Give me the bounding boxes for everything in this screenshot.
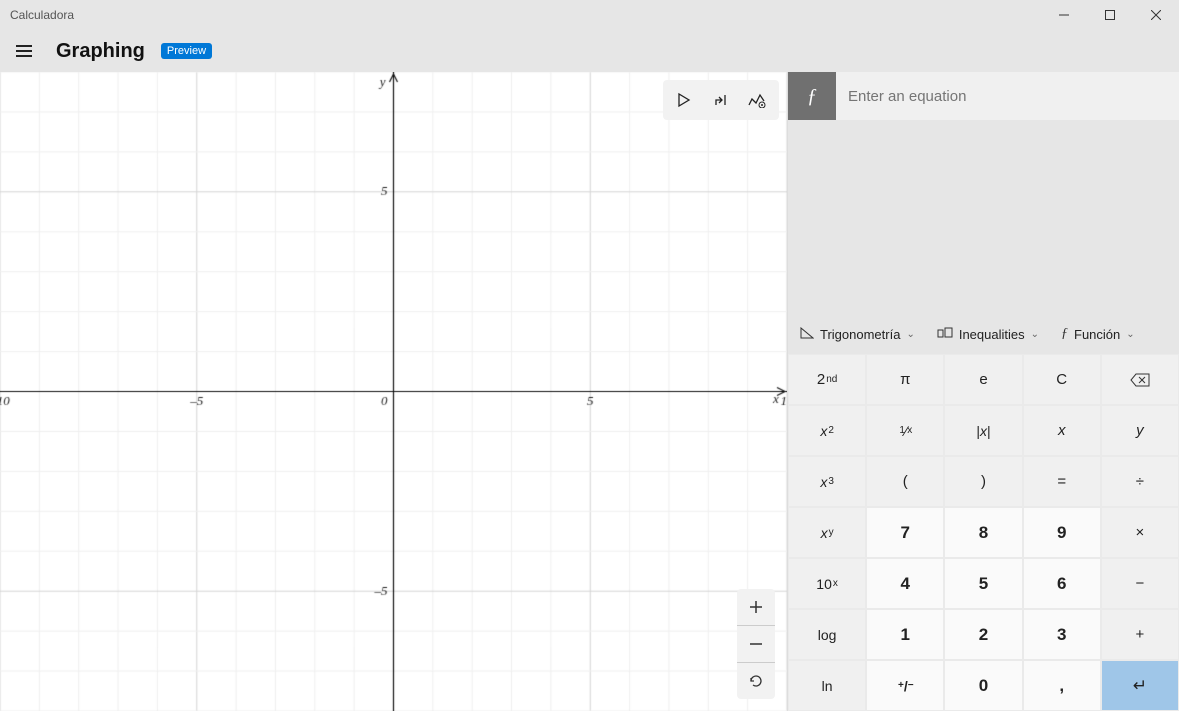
category-bar: Trigonometría ⌄ Inequalities ⌄ ƒ Función… <box>788 314 1179 354</box>
function-icon: ƒ <box>1061 326 1068 342</box>
key-x[interactable]: x <box>1023 405 1101 456</box>
chevron-down-icon: ⌄ <box>1031 329 1039 340</box>
key-clear[interactable]: C <box>1023 354 1101 405</box>
graph-tools <box>663 80 779 120</box>
key-e[interactable]: e <box>944 354 1022 405</box>
graph-canvas[interactable] <box>0 72 787 711</box>
key-7[interactable]: 7 <box>866 507 944 558</box>
key-0[interactable]: 0 <box>944 660 1022 711</box>
preview-badge: Preview <box>161 43 212 59</box>
key-3[interactable]: 3 <box>1023 609 1101 660</box>
share-button[interactable] <box>703 84 739 116</box>
key-log[interactable]: log <box>788 609 866 660</box>
key-multiply[interactable]: × <box>1101 507 1179 558</box>
zoom-reset-button[interactable] <box>737 663 775 699</box>
key-minus[interactable]: − <box>1101 558 1179 609</box>
angle-icon <box>800 326 814 342</box>
key-5[interactable]: 5 <box>944 558 1022 609</box>
key-9[interactable]: 9 <box>1023 507 1101 558</box>
mode-title: Graphing <box>56 40 145 63</box>
header: Graphing Preview <box>0 30 1179 72</box>
key-negate[interactable]: +/− <box>866 660 944 711</box>
key-abs[interactable]: |x| <box>944 405 1022 456</box>
minimize-button[interactable] <box>1041 0 1087 30</box>
category-ineq[interactable]: Inequalities ⌄ <box>937 326 1039 342</box>
trace-button[interactable] <box>667 84 703 116</box>
chevron-down-icon: ⌄ <box>906 329 914 340</box>
key-y[interactable]: y <box>1101 405 1179 456</box>
key-8[interactable]: 8 <box>944 507 1022 558</box>
key-6[interactable]: 6 <box>1023 558 1101 609</box>
close-button[interactable] <box>1133 0 1179 30</box>
equation-row: ƒ <box>788 72 1179 120</box>
key-tenpow[interactable]: 10x <box>788 558 866 609</box>
category-func[interactable]: ƒ Función ⌄ <box>1061 326 1135 342</box>
keypad: 2nd π e C x2 1∕x |x| x y x3 ( ) = ÷ xy 7… <box>788 354 1179 711</box>
key-4[interactable]: 4 <box>866 558 944 609</box>
key-decimal[interactable]: , <box>1023 660 1101 711</box>
fx-button[interactable]: ƒ <box>788 72 836 120</box>
key-square[interactable]: x2 <box>788 405 866 456</box>
zoom-out-button[interactable] <box>737 626 775 662</box>
key-divide[interactable]: ÷ <box>1101 456 1179 507</box>
titlebar: Calculadora <box>0 0 1179 30</box>
key-equals[interactable]: = <box>1023 456 1101 507</box>
key-cube[interactable]: x3 <box>788 456 866 507</box>
graph-options-button[interactable] <box>739 84 775 116</box>
category-ineq-label: Inequalities <box>959 327 1025 342</box>
equation-input[interactable] <box>836 72 1179 120</box>
key-plus[interactable]: + <box>1101 609 1179 660</box>
key-reciprocal[interactable]: 1∕x <box>866 405 944 456</box>
inequality-icon <box>937 326 953 342</box>
category-trig[interactable]: Trigonometría ⌄ <box>800 326 915 342</box>
category-trig-label: Trigonometría <box>820 327 900 342</box>
key-rparen[interactable]: ) <box>944 456 1022 507</box>
key-power[interactable]: xy <box>788 507 866 558</box>
key-1[interactable]: 1 <box>866 609 944 660</box>
graph-pane[interactable] <box>0 72 788 711</box>
category-func-label: Función <box>1074 327 1120 342</box>
key-pi[interactable]: π <box>866 354 944 405</box>
chevron-down-icon: ⌄ <box>1126 329 1134 340</box>
equation-list <box>788 120 1179 314</box>
key-lparen[interactable]: ( <box>866 456 944 507</box>
menu-button[interactable] <box>8 35 40 67</box>
key-second[interactable]: 2nd <box>788 354 866 405</box>
zoom-controls <box>737 589 775 699</box>
key-ln[interactable]: ln <box>788 660 866 711</box>
equation-panel: ƒ Trigonometría ⌄ Inequalities ⌄ ƒ <box>788 72 1179 711</box>
key-backspace[interactable] <box>1101 354 1179 405</box>
key-2[interactable]: 2 <box>944 609 1022 660</box>
window-title: Calculadora <box>0 8 74 22</box>
key-enter[interactable]: ↵ <box>1101 660 1179 711</box>
maximize-button[interactable] <box>1087 0 1133 30</box>
zoom-in-button[interactable] <box>737 589 775 625</box>
